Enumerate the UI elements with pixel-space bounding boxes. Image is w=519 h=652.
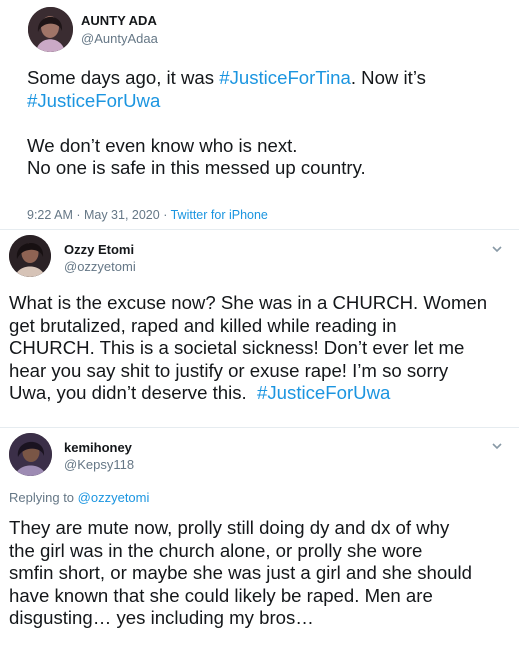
tweet-text: What is the excuse now? She was in a CHU… <box>9 292 487 405</box>
user-handle[interactable]: @Kepsy118 <box>64 457 134 472</box>
text-span: . Now it’s <box>350 67 426 88</box>
text-line: No one is safe in this messed up country… <box>27 157 366 178</box>
user-handle[interactable]: @ozzyetomi <box>64 259 136 274</box>
text-line: hear you say shit to justify or exuse ra… <box>9 359 449 381</box>
tweet-timestamp: 9:22 AM · May 31, 2020 · Twitter for iPh… <box>27 208 268 222</box>
text-line: Some days ago, it was #JusticeForTina. N… <box>27 67 426 90</box>
text-line: They are mute now, prolly still doing dy… <box>9 517 450 538</box>
display-name[interactable]: kemihoney <box>64 440 132 455</box>
tweet-ozzy-etomi[interactable]: Ozzy Etomi @ozzyetomi What is the excuse… <box>0 230 519 428</box>
text-line: get brutalized, raped and killed while r… <box>9 314 397 336</box>
text-span: Uwa, you didn’t deserve this. <box>9 382 258 403</box>
chevron-down-icon[interactable] <box>490 244 504 254</box>
display-name[interactable]: Ozzy Etomi <box>64 242 134 257</box>
hashtag-link[interactable]: #JusticeForUwa <box>27 90 160 111</box>
text-line: smfin short, or maybe she was just a gir… <box>9 562 473 583</box>
avatar-image <box>9 433 52 476</box>
text-line: the girl was in the church alone, or pro… <box>9 539 423 561</box>
avatar[interactable] <box>28 7 73 52</box>
tweet-text: Some days ago, it was #JusticeForTina. N… <box>27 67 426 180</box>
tweet-aunty-ada[interactable]: AUNTY ADA @AuntyAdaa Some days ago, it w… <box>0 0 519 230</box>
text-line: CHURCH. This is a societal sickness! Don… <box>9 337 465 358</box>
replying-to-link[interactable]: @ozzyetomi <box>78 490 150 505</box>
text-line: What is the excuse now? She was in a CHU… <box>9 292 488 313</box>
avatar-image <box>9 235 51 277</box>
replying-to: Replying to @ozzyetomi <box>9 490 149 505</box>
user-handle[interactable]: @AuntyAdaa <box>81 31 158 46</box>
text-line: #JusticeForUwa <box>27 90 426 113</box>
display-name[interactable]: AUNTY ADA <box>81 13 157 28</box>
source-link[interactable]: Twitter for iPhone <box>171 208 268 222</box>
text-line: Uwa, you didn’t deserve this. #JusticeFo… <box>9 382 487 405</box>
tweet-text: They are mute now, prolly still doing dy… <box>9 517 472 630</box>
text-line: We don’t even know who is next. <box>27 134 298 156</box>
replying-label: Replying to <box>9 490 78 505</box>
avatar[interactable] <box>9 235 51 277</box>
avatar-image <box>28 7 73 52</box>
text-line: disgusting… yes including my bros… <box>9 607 314 628</box>
hashtag-link[interactable]: #JusticeForTina <box>219 67 351 88</box>
chevron-down-icon[interactable] <box>490 441 504 451</box>
hashtag-link[interactable]: #JusticeForUwa <box>257 382 390 403</box>
tweet-kemihoney[interactable]: kemihoney @Kepsy118 Replying to @ozzyeto… <box>0 428 519 652</box>
text-line: have known that she could likely be rape… <box>9 584 433 606</box>
text-span: Some days ago, it was <box>27 67 220 88</box>
avatar[interactable] <box>9 433 52 476</box>
timestamp-link[interactable]: 9:22 AM · May 31, 2020 · <box>27 208 171 222</box>
